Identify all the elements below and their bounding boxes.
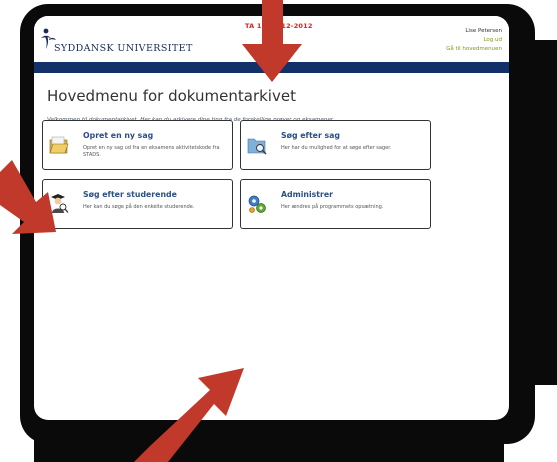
environment-label: TA 1,4. 4/12-2012	[245, 22, 313, 30]
folder-search-icon	[247, 138, 267, 155]
device-frame-right	[530, 40, 557, 385]
search-student-card[interactable]: Søg efter studerende Her kan du søge på …	[42, 179, 233, 229]
administer-card[interactable]: Administrer Her ændres på programmets op…	[240, 179, 431, 229]
logout-link[interactable]: Log ud	[483, 37, 502, 43]
card-description: Opret en ny sag ud fra en eksamens aktiv…	[83, 145, 220, 158]
card-description: Her kan du søge på den enkelte studerend…	[83, 204, 195, 210]
create-case-card[interactable]: Opret en ny sag Opret en ny sag ud fra e…	[42, 120, 233, 170]
card-title: Søg efter sag	[281, 131, 341, 140]
main-menu-link[interactable]: Gå til hovedmenuen	[446, 46, 502, 52]
university-name: SYDDANSK UNIVERSITET	[54, 43, 193, 54]
card-title: Administrer	[281, 190, 333, 199]
device-frame-bottom	[34, 420, 504, 462]
user-name: Lise Petersen	[465, 28, 502, 34]
card-description: Her ændres på programmets opsætning.	[281, 204, 384, 210]
search-case-card[interactable]: Søg efter sag Her har du mulighed for at…	[240, 120, 431, 170]
student-search-icon	[51, 194, 69, 213]
page-title: Hovedmenu for dokumentarkivet	[47, 87, 296, 105]
card-title: Søg efter studerende	[83, 190, 177, 199]
header-bar	[34, 62, 509, 73]
gears-icon	[248, 195, 266, 213]
card-description: Her har du mulighed for at søge efter sa…	[281, 145, 392, 151]
site-header: SYDDANSK UNIVERSITET TA 1,4. 4/12-2012 L…	[34, 16, 509, 60]
open-folder-icon	[49, 136, 69, 154]
card-title: Opret en ny sag	[83, 131, 154, 140]
